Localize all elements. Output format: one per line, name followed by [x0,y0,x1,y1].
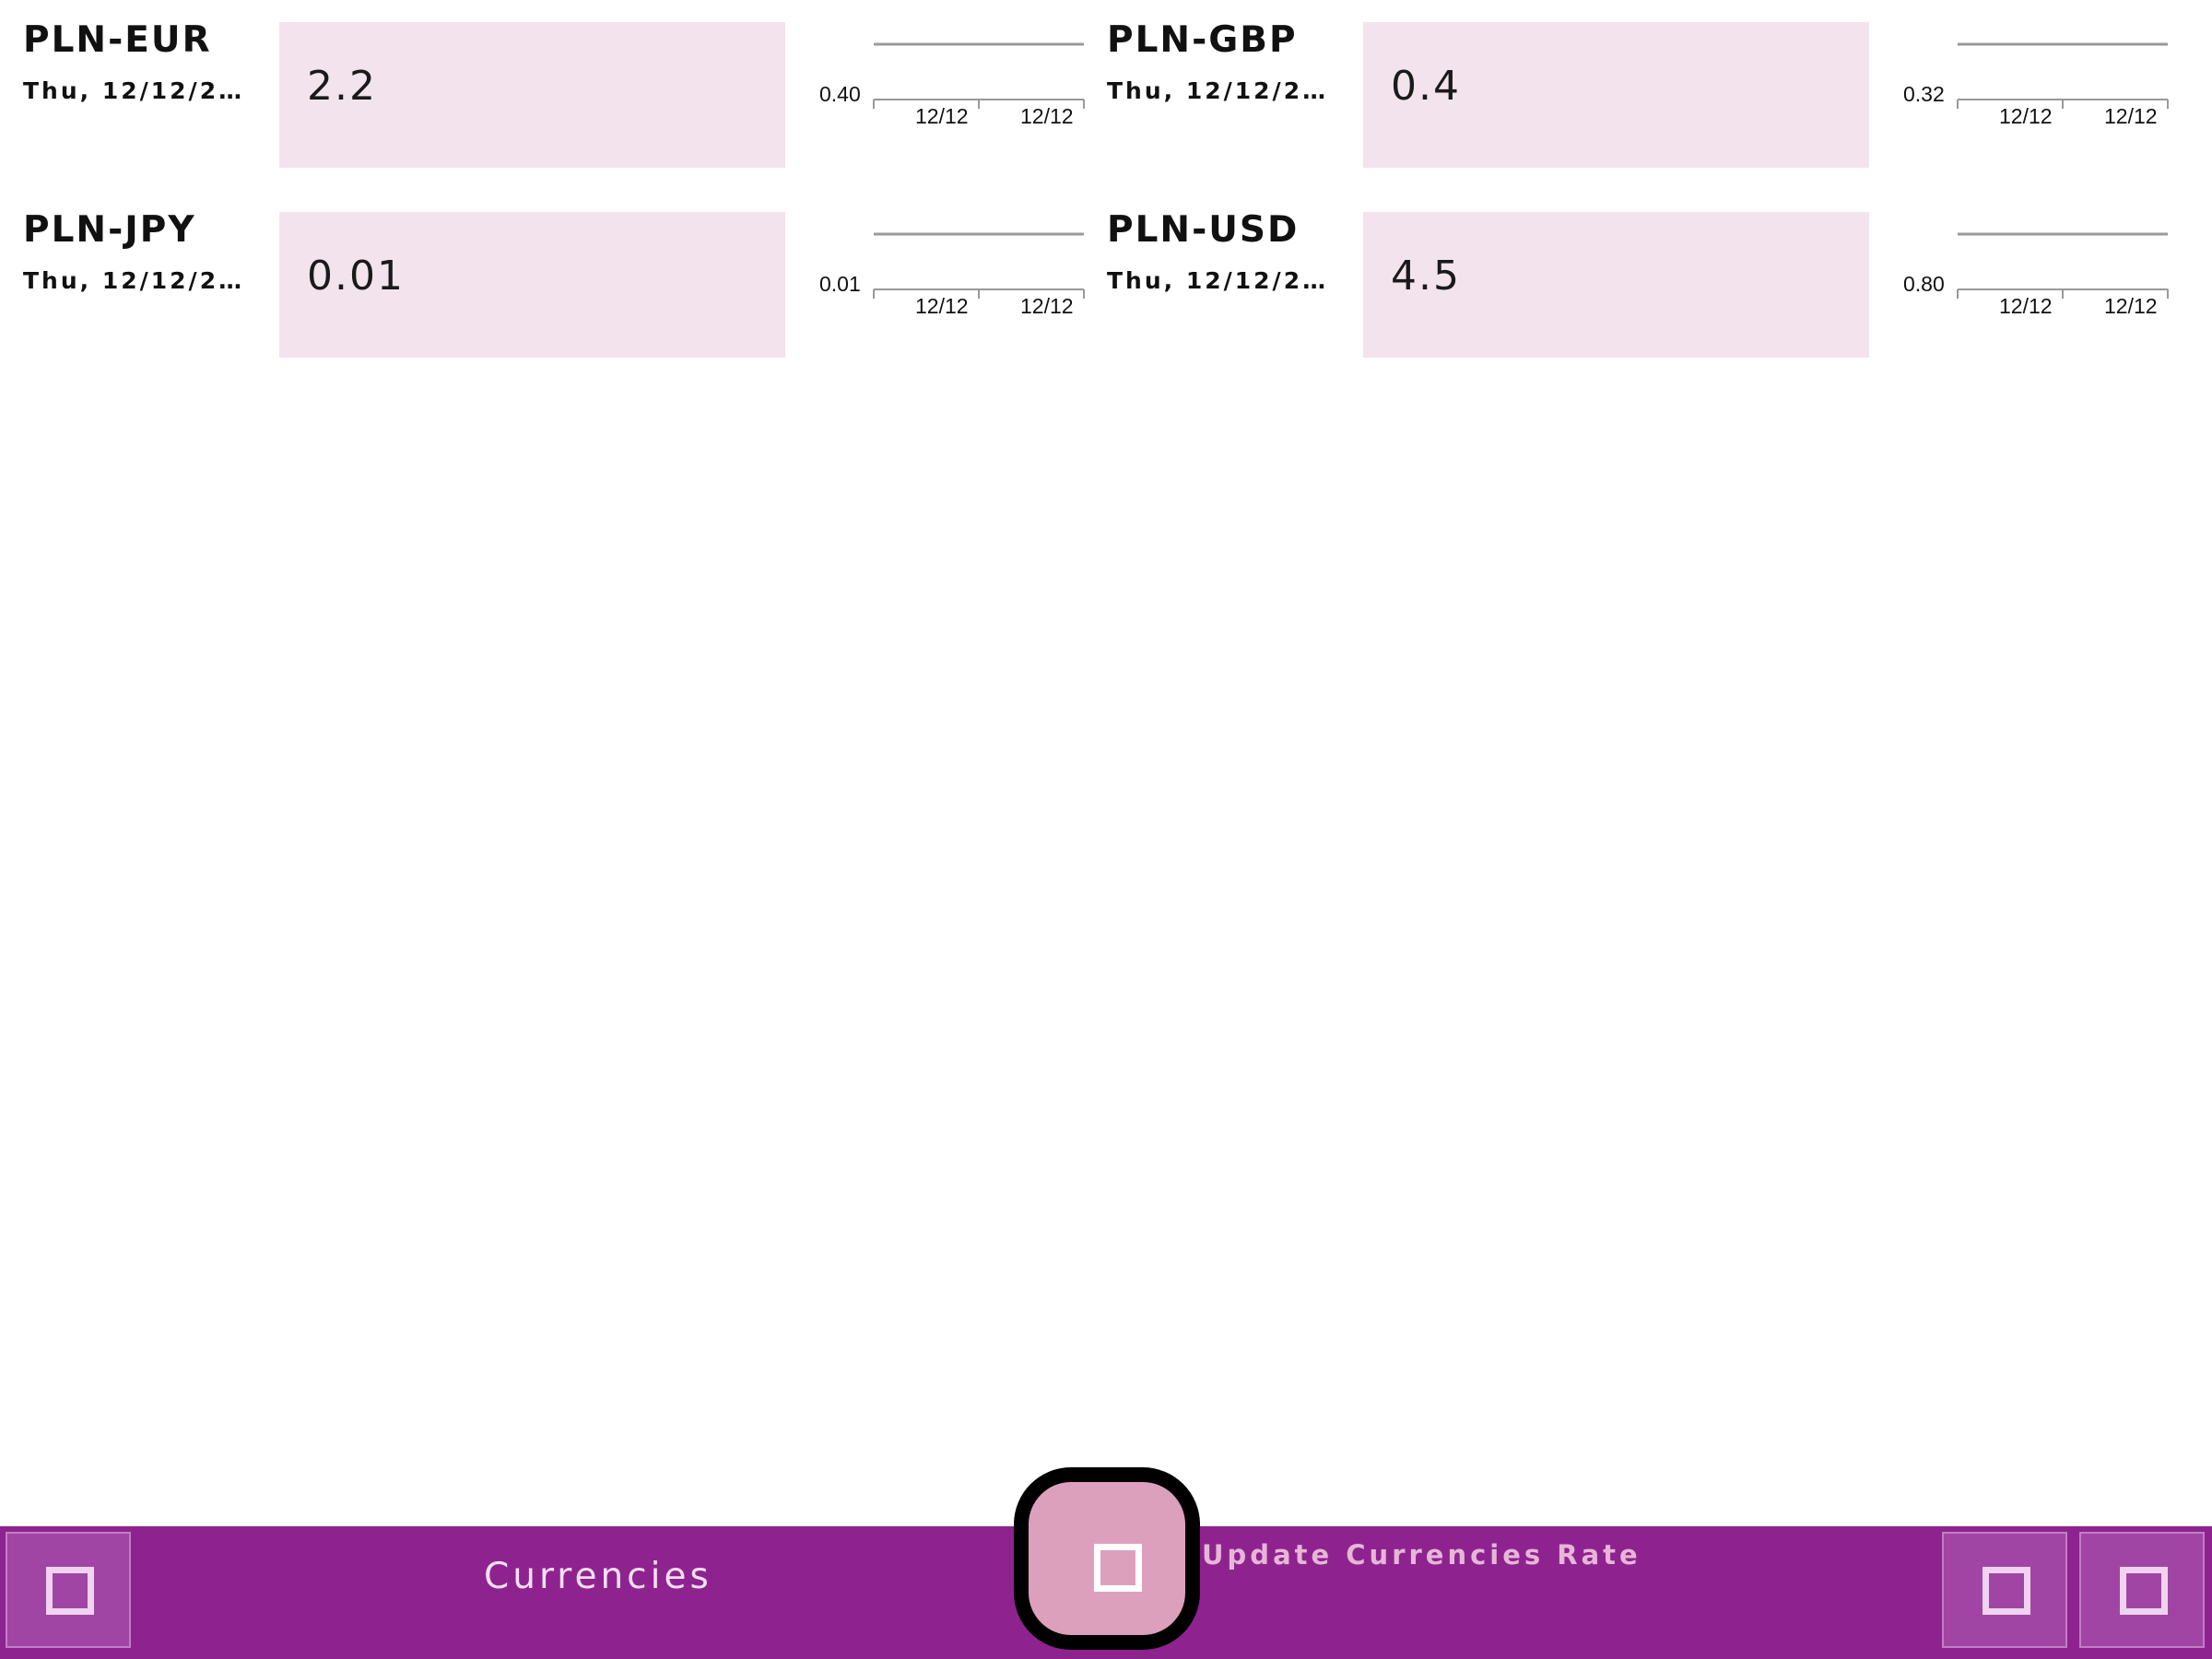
sparkline-x-tick: 12/12 [2104,104,2158,128]
rate-sparkline: 0.40 12/12 12/12 [819,42,1085,128]
currency-card-pln-gbp[interactable]: PLN-GBP Thu, 12/12/2019 0.4 0.32 12/12 1… [1084,0,2169,168]
sparkline-x-tick: 12/12 [915,294,969,318]
currency-value-box[interactable]: 0.01 [279,212,785,358]
nav-title-currencies[interactable]: Currencies [484,1556,712,1599]
currency-value: 4.5 [1391,253,1461,300]
square-icon [1983,1567,2030,1615]
sparkline-y-label: 0.32 [1903,82,1945,106]
square-icon [46,1567,94,1615]
update-rates-fab[interactable] [1014,1467,1200,1650]
nav-right-button-2[interactable] [2079,1532,2205,1648]
currency-value: 0.4 [1391,63,1461,110]
currency-pair-title: PLN-EUR [23,19,212,61]
sparkline-x-tick: 12/12 [1999,294,2053,318]
sparkline-x-tick: 12/12 [1020,294,1074,318]
square-icon [2120,1567,2168,1615]
sparkline-x-tick: 12/12 [2104,294,2158,318]
sparkline-x-tick: 12/12 [1020,104,1074,128]
sparkline-x-tick: 12/12 [915,104,969,128]
currency-pair-title: PLN-JPY [23,209,196,251]
currency-card-pln-jpy[interactable]: PLN-JPY Thu, 12/12/2019 0.01 0.01 12/12 … [0,190,1085,358]
rate-sparkline: 0.80 12/12 12/12 [1903,232,2169,318]
sparkline-y-label: 0.80 [1903,272,1945,296]
nav-left-button[interactable] [6,1532,131,1648]
update-rates-caption: Update Currencies Rate [1202,1539,1641,1571]
rate-sparkline: 0.32 12/12 12/12 [1903,42,2169,128]
nav-right-button-1[interactable] [1942,1532,2067,1648]
currency-date: Thu, 12/12/2019 [23,267,258,294]
currency-pair-title: PLN-USD [1107,209,1300,251]
currency-card-pln-usd[interactable]: PLN-USD Thu, 12/12/2019 4.5 0.80 12/12 1… [1084,190,2169,358]
currency-value: 0.01 [307,253,405,300]
currency-date: Thu, 12/12/2019 [1107,77,1342,104]
square-icon [1094,1544,1142,1592]
sparkline-y-label: 0.01 [819,272,861,296]
currency-value: 2.2 [307,63,377,110]
currency-date: Thu, 12/12/2019 [23,77,258,104]
sparkline-y-label: 0.40 [819,82,861,106]
currency-value-box[interactable]: 2.2 [279,22,785,168]
rate-sparkline: 0.01 12/12 12/12 [819,232,1085,318]
currency-date: Thu, 12/12/2019 [1107,267,1342,294]
currency-value-box[interactable]: 0.4 [1363,22,1869,168]
currency-value-box[interactable]: 4.5 [1363,212,1869,358]
sparkline-x-tick: 12/12 [1999,104,2053,128]
currency-pair-title: PLN-GBP [1107,19,1298,61]
currency-card-pln-eur[interactable]: PLN-EUR Thu, 12/12/2019 2.2 0.40 12/12 1… [0,0,1085,168]
